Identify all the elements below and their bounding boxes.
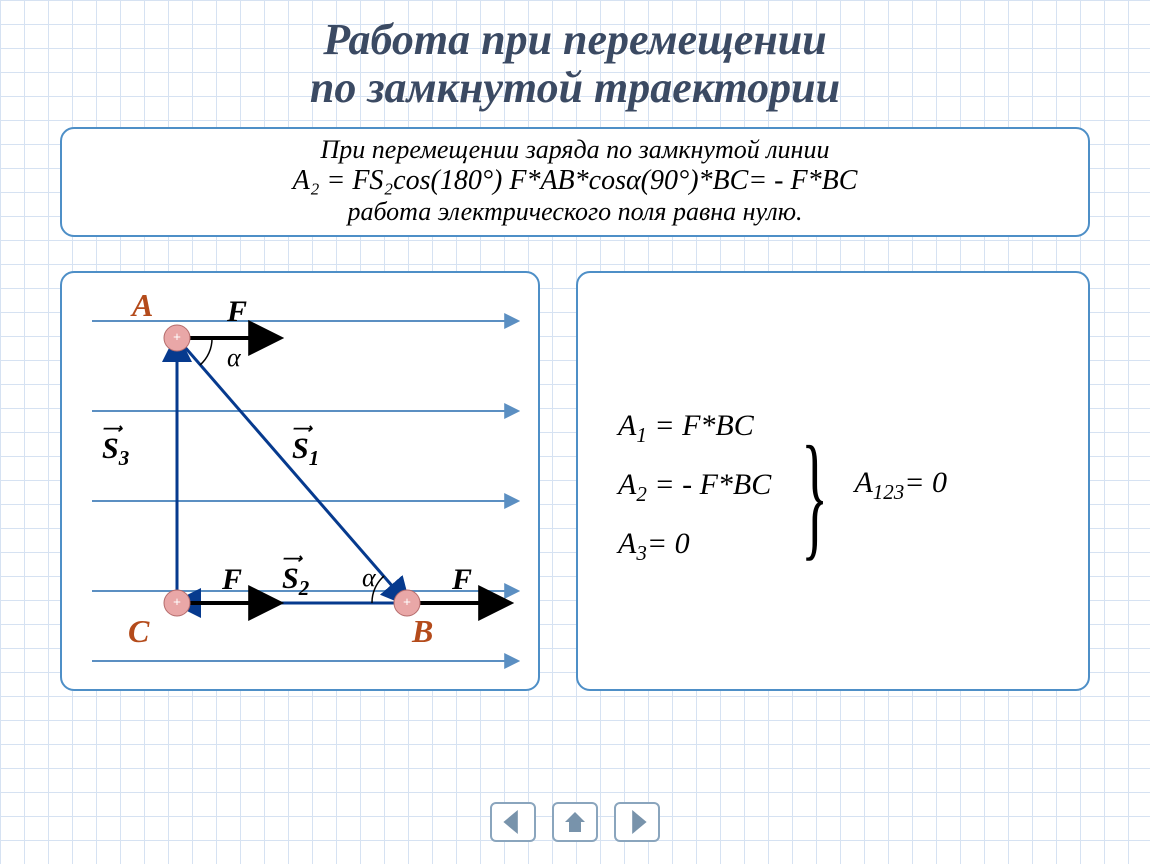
slide-title: Работа при перемещении по замкнутой трае… [40,16,1110,113]
chevron-right-icon [625,810,649,834]
point-C-label: C [128,613,149,650]
prev-button[interactable] [490,802,536,842]
summary-formula: A₂ = FS₂cos(180°) F*AB*cosα(90°)*BC= - F… [293,165,858,196]
summary-line2: работа электрического поля равна нулю. [82,197,1068,227]
force-label-B: F [452,563,472,597]
vector-S2-label: ⟶S2 [282,558,309,601]
diagram-panel: + + + A B C F F F α α ⟶S1 ⟶S2 ⟶S3 [60,271,540,691]
home-icon [563,810,587,834]
svg-text:+: + [173,330,181,345]
next-button[interactable] [614,802,660,842]
summary-line1: При перемещении заряда по замкнутой лини… [82,135,1068,165]
vector-S3-label: ⟶S3 [102,428,129,471]
eq-A2: A2 = - F*BC [618,456,771,515]
vector-S1-label: ⟶S1 [292,428,319,471]
home-button[interactable] [552,802,598,842]
summary-panel: При перемещении заряда по замкнутой лини… [60,127,1090,237]
svg-text:+: + [173,595,181,610]
chevron-left-icon [501,810,525,834]
point-B-label: B [412,613,433,650]
eq-A1: A1 = F*BC [618,397,771,456]
force-label-A: F [227,295,247,329]
svg-text:+: + [403,595,411,610]
force-label-C: F [222,563,242,597]
point-A-label: A [132,287,153,324]
equations-panel: A1 = F*BC A2 = - F*BC A3= 0 } A123= 0 [576,271,1090,691]
eq-A3: A3= 0 [618,515,771,574]
angle-label-A: α [227,343,241,373]
eq-result: A123= 0 [854,466,947,505]
angle-label-B: α [362,563,376,593]
